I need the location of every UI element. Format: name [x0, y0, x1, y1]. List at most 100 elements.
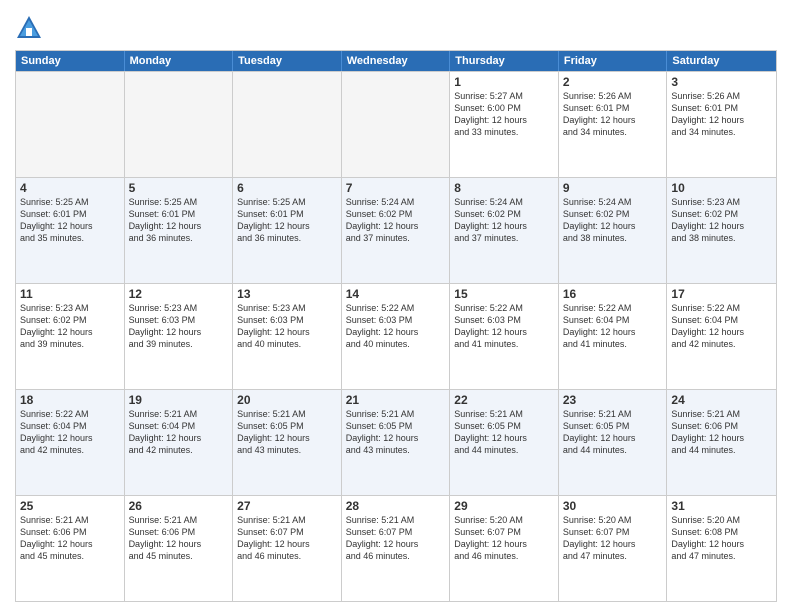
- day-info: Sunrise: 5:22 AM Sunset: 6:03 PM Dayligh…: [454, 302, 554, 351]
- day-number: 22: [454, 393, 554, 407]
- day-info: Sunrise: 5:23 AM Sunset: 6:03 PM Dayligh…: [237, 302, 337, 351]
- calendar-cell: 9Sunrise: 5:24 AM Sunset: 6:02 PM Daylig…: [559, 178, 668, 283]
- calendar-cell: 15Sunrise: 5:22 AM Sunset: 6:03 PM Dayli…: [450, 284, 559, 389]
- day-info: Sunrise: 5:21 AM Sunset: 6:06 PM Dayligh…: [20, 514, 120, 563]
- logo-icon: [15, 14, 43, 42]
- day-number: 6: [237, 181, 337, 195]
- day-number: 17: [671, 287, 772, 301]
- calendar-row-5: 25Sunrise: 5:21 AM Sunset: 6:06 PM Dayli…: [16, 495, 776, 601]
- calendar-cell: 20Sunrise: 5:21 AM Sunset: 6:05 PM Dayli…: [233, 390, 342, 495]
- day-number: 16: [563, 287, 663, 301]
- calendar-header: SundayMondayTuesdayWednesdayThursdayFrid…: [16, 51, 776, 71]
- day-info: Sunrise: 5:21 AM Sunset: 6:06 PM Dayligh…: [671, 408, 772, 457]
- weekday-header-sunday: Sunday: [16, 51, 125, 71]
- day-number: 14: [346, 287, 446, 301]
- day-number: 9: [563, 181, 663, 195]
- calendar-cell: 24Sunrise: 5:21 AM Sunset: 6:06 PM Dayli…: [667, 390, 776, 495]
- calendar-cell: 4Sunrise: 5:25 AM Sunset: 6:01 PM Daylig…: [16, 178, 125, 283]
- calendar-cell: 17Sunrise: 5:22 AM Sunset: 6:04 PM Dayli…: [667, 284, 776, 389]
- day-number: 27: [237, 499, 337, 513]
- calendar-cell: 19Sunrise: 5:21 AM Sunset: 6:04 PM Dayli…: [125, 390, 234, 495]
- day-number: 31: [671, 499, 772, 513]
- day-number: 19: [129, 393, 229, 407]
- weekday-header-wednesday: Wednesday: [342, 51, 451, 71]
- day-info: Sunrise: 5:25 AM Sunset: 6:01 PM Dayligh…: [237, 196, 337, 245]
- day-number: 10: [671, 181, 772, 195]
- weekday-header-thursday: Thursday: [450, 51, 559, 71]
- logo: [15, 14, 47, 42]
- day-number: 11: [20, 287, 120, 301]
- day-info: Sunrise: 5:21 AM Sunset: 6:05 PM Dayligh…: [563, 408, 663, 457]
- day-number: 20: [237, 393, 337, 407]
- day-number: 12: [129, 287, 229, 301]
- calendar-cell: 18Sunrise: 5:22 AM Sunset: 6:04 PM Dayli…: [16, 390, 125, 495]
- day-info: Sunrise: 5:24 AM Sunset: 6:02 PM Dayligh…: [563, 196, 663, 245]
- day-info: Sunrise: 5:20 AM Sunset: 6:07 PM Dayligh…: [454, 514, 554, 563]
- day-number: 29: [454, 499, 554, 513]
- calendar-cell: 13Sunrise: 5:23 AM Sunset: 6:03 PM Dayli…: [233, 284, 342, 389]
- day-info: Sunrise: 5:27 AM Sunset: 6:00 PM Dayligh…: [454, 90, 554, 139]
- page: SundayMondayTuesdayWednesdayThursdayFrid…: [0, 0, 792, 612]
- weekday-header-friday: Friday: [559, 51, 668, 71]
- day-info: Sunrise: 5:24 AM Sunset: 6:02 PM Dayligh…: [346, 196, 446, 245]
- day-info: Sunrise: 5:22 AM Sunset: 6:04 PM Dayligh…: [563, 302, 663, 351]
- day-info: Sunrise: 5:21 AM Sunset: 6:05 PM Dayligh…: [237, 408, 337, 457]
- calendar-cell: 2Sunrise: 5:26 AM Sunset: 6:01 PM Daylig…: [559, 72, 668, 177]
- day-number: 3: [671, 75, 772, 89]
- header: [15, 10, 777, 42]
- calendar-cell: 31Sunrise: 5:20 AM Sunset: 6:08 PM Dayli…: [667, 496, 776, 601]
- calendar-cell: 7Sunrise: 5:24 AM Sunset: 6:02 PM Daylig…: [342, 178, 451, 283]
- calendar-cell: 3Sunrise: 5:26 AM Sunset: 6:01 PM Daylig…: [667, 72, 776, 177]
- day-info: Sunrise: 5:21 AM Sunset: 6:05 PM Dayligh…: [346, 408, 446, 457]
- calendar-cell: 26Sunrise: 5:21 AM Sunset: 6:06 PM Dayli…: [125, 496, 234, 601]
- day-number: 25: [20, 499, 120, 513]
- day-number: 26: [129, 499, 229, 513]
- day-info: Sunrise: 5:21 AM Sunset: 6:07 PM Dayligh…: [346, 514, 446, 563]
- calendar-cell: 23Sunrise: 5:21 AM Sunset: 6:05 PM Dayli…: [559, 390, 668, 495]
- day-number: 13: [237, 287, 337, 301]
- day-number: 28: [346, 499, 446, 513]
- calendar: SundayMondayTuesdayWednesdayThursdayFrid…: [15, 50, 777, 602]
- day-info: Sunrise: 5:21 AM Sunset: 6:06 PM Dayligh…: [129, 514, 229, 563]
- calendar-row-2: 4Sunrise: 5:25 AM Sunset: 6:01 PM Daylig…: [16, 177, 776, 283]
- calendar-cell: 14Sunrise: 5:22 AM Sunset: 6:03 PM Dayli…: [342, 284, 451, 389]
- day-number: 2: [563, 75, 663, 89]
- calendar-cell: 30Sunrise: 5:20 AM Sunset: 6:07 PM Dayli…: [559, 496, 668, 601]
- calendar-cell: [233, 72, 342, 177]
- day-info: Sunrise: 5:24 AM Sunset: 6:02 PM Dayligh…: [454, 196, 554, 245]
- day-number: 8: [454, 181, 554, 195]
- weekday-header-monday: Monday: [125, 51, 234, 71]
- day-number: 18: [20, 393, 120, 407]
- day-info: Sunrise: 5:22 AM Sunset: 6:04 PM Dayligh…: [671, 302, 772, 351]
- calendar-cell: 12Sunrise: 5:23 AM Sunset: 6:03 PM Dayli…: [125, 284, 234, 389]
- calendar-row-3: 11Sunrise: 5:23 AM Sunset: 6:02 PM Dayli…: [16, 283, 776, 389]
- day-info: Sunrise: 5:20 AM Sunset: 6:07 PM Dayligh…: [563, 514, 663, 563]
- calendar-cell: 22Sunrise: 5:21 AM Sunset: 6:05 PM Dayli…: [450, 390, 559, 495]
- day-number: 15: [454, 287, 554, 301]
- day-info: Sunrise: 5:23 AM Sunset: 6:02 PM Dayligh…: [671, 196, 772, 245]
- calendar-body: 1Sunrise: 5:27 AM Sunset: 6:00 PM Daylig…: [16, 71, 776, 601]
- day-info: Sunrise: 5:26 AM Sunset: 6:01 PM Dayligh…: [563, 90, 663, 139]
- calendar-cell: 5Sunrise: 5:25 AM Sunset: 6:01 PM Daylig…: [125, 178, 234, 283]
- day-number: 5: [129, 181, 229, 195]
- day-number: 1: [454, 75, 554, 89]
- calendar-cell: [16, 72, 125, 177]
- weekday-header-tuesday: Tuesday: [233, 51, 342, 71]
- day-info: Sunrise: 5:26 AM Sunset: 6:01 PM Dayligh…: [671, 90, 772, 139]
- day-info: Sunrise: 5:25 AM Sunset: 6:01 PM Dayligh…: [20, 196, 120, 245]
- day-info: Sunrise: 5:21 AM Sunset: 6:05 PM Dayligh…: [454, 408, 554, 457]
- calendar-row-4: 18Sunrise: 5:22 AM Sunset: 6:04 PM Dayli…: [16, 389, 776, 495]
- day-info: Sunrise: 5:21 AM Sunset: 6:07 PM Dayligh…: [237, 514, 337, 563]
- calendar-row-1: 1Sunrise: 5:27 AM Sunset: 6:00 PM Daylig…: [16, 71, 776, 177]
- day-info: Sunrise: 5:21 AM Sunset: 6:04 PM Dayligh…: [129, 408, 229, 457]
- calendar-cell: 10Sunrise: 5:23 AM Sunset: 6:02 PM Dayli…: [667, 178, 776, 283]
- calendar-cell: 1Sunrise: 5:27 AM Sunset: 6:00 PM Daylig…: [450, 72, 559, 177]
- calendar-cell: 28Sunrise: 5:21 AM Sunset: 6:07 PM Dayli…: [342, 496, 451, 601]
- day-info: Sunrise: 5:22 AM Sunset: 6:03 PM Dayligh…: [346, 302, 446, 351]
- day-number: 30: [563, 499, 663, 513]
- day-number: 4: [20, 181, 120, 195]
- calendar-cell: 29Sunrise: 5:20 AM Sunset: 6:07 PM Dayli…: [450, 496, 559, 601]
- day-number: 7: [346, 181, 446, 195]
- day-info: Sunrise: 5:23 AM Sunset: 6:03 PM Dayligh…: [129, 302, 229, 351]
- calendar-cell: 11Sunrise: 5:23 AM Sunset: 6:02 PM Dayli…: [16, 284, 125, 389]
